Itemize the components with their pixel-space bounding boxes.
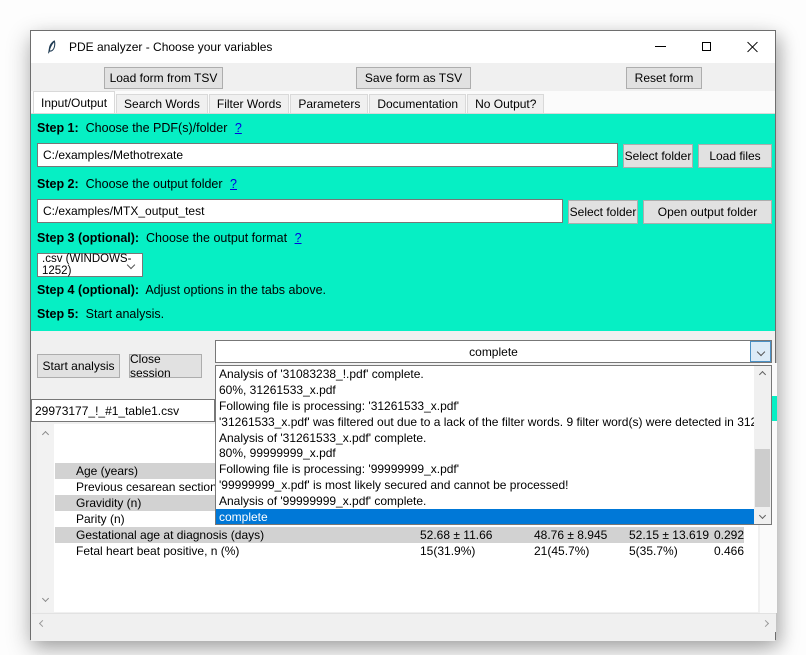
close-session-button[interactable]: Close session [129, 354, 202, 378]
step2-label: Step 2: Choose the output folder ? [37, 177, 237, 191]
result-file-item[interactable]: 29973177_!_#1_table1.csv [31, 399, 215, 422]
app-window: PDE analyzer - Choose your variables Loa… [30, 30, 776, 640]
status-combobox[interactable]: complete [215, 340, 772, 363]
row-label: Fetal heart beat positive, n (%) [76, 544, 239, 558]
feather-app-icon [44, 39, 60, 55]
tab-search-words[interactable]: Search Words [116, 94, 208, 113]
maximize-button[interactable] [683, 31, 729, 62]
step2-help-link[interactable]: ? [230, 177, 237, 191]
log-item-selected[interactable]: complete [216, 509, 754, 524]
scroll-down-button[interactable] [37, 590, 54, 606]
notebook-tabstrip: Input/Output Search Words Filter Words P… [31, 91, 775, 113]
row-label: Previous cesarean section (n) [76, 480, 235, 494]
chevron-down-icon [756, 347, 764, 355]
step1-text: Choose the PDF(s)/folder [86, 121, 228, 135]
log-item[interactable]: 80%, 99999999_x.pdf [216, 445, 754, 461]
close-icon [747, 41, 758, 52]
form-toolbar: Load form from TSV Save form as TSV Rese… [31, 63, 775, 91]
status-dropdown-list: Analysis of '31083238_!.pdf' complete. 6… [215, 365, 772, 525]
status-selected-value: complete [216, 341, 771, 362]
minimize-button[interactable] [637, 31, 683, 62]
horizontal-scrollbar[interactable] [32, 613, 776, 632]
step3-help-link[interactable]: ? [295, 231, 302, 245]
log-item[interactable]: Analysis of '99999999_x.pdf' complete. [216, 493, 754, 509]
chevron-right-icon [762, 620, 769, 627]
load-form-tsv-button[interactable]: Load form from TSV [104, 67, 223, 89]
minimize-icon [655, 46, 666, 47]
step3-text: Choose the output format [146, 231, 287, 245]
save-form-tsv-button[interactable]: Save form as TSV [356, 67, 471, 89]
tab-documentation[interactable]: Documentation [369, 94, 466, 113]
chevron-up-icon [42, 430, 49, 437]
log-item[interactable]: 60%, 31261533_x.pdf [216, 382, 754, 398]
step4-number: Step 4 (optional): [37, 283, 139, 297]
step2-number: Step 2: [37, 177, 79, 191]
step4-label: Step 4 (optional): Adjust options in the… [37, 283, 326, 297]
log-item[interactable]: '99999999_x.pdf' is most likely secured … [216, 477, 754, 493]
step3-label: Step 3 (optional): Choose the output for… [37, 231, 302, 245]
step1-number: Step 1: [37, 121, 79, 135]
step5-label: Step 5: Start analysis. [37, 307, 164, 321]
scroll-up-button[interactable] [37, 426, 54, 442]
step1-select-folder-button[interactable]: Select folder [623, 144, 693, 168]
load-files-button[interactable]: Load files [698, 144, 772, 168]
reset-form-button[interactable]: Reset form [626, 67, 702, 89]
title-bar[interactable]: PDE analyzer - Choose your variables [31, 31, 775, 63]
chevron-down-icon [42, 594, 49, 601]
tab-filter-words[interactable]: Filter Words [209, 94, 289, 113]
log-item[interactable]: Analysis of '31083238_!.pdf' complete. [216, 366, 754, 382]
scrollbar-thumb[interactable] [755, 449, 770, 508]
table-vertical-scrollbar[interactable] [37, 424, 54, 612]
scroll-right-button[interactable] [757, 614, 774, 633]
chevron-left-icon [39, 620, 46, 627]
row-label: Age (years) [76, 464, 138, 478]
step1-label: Step 1: Choose the PDF(s)/folder ? [37, 121, 242, 135]
step2-text: Choose the output folder [86, 177, 223, 191]
close-button[interactable] [729, 31, 775, 62]
row-label: Parity (n) [76, 512, 125, 526]
log-item[interactable]: Following file is processing: '99999999_… [216, 461, 754, 477]
pdf-folder-input[interactable]: C:/examples/Methotrexate [37, 143, 618, 167]
chevron-down-icon [759, 512, 766, 519]
step5-number: Step 5: [37, 307, 79, 321]
step3-number: Step 3 (optional): [37, 231, 139, 245]
dropdown-scrollbar[interactable] [754, 366, 771, 524]
input-output-pane: Step 1: Choose the PDF(s)/folder ? C:/ex… [31, 113, 775, 331]
row-label: Gravidity (n) [76, 496, 141, 510]
table-row[interactable]: Gestational age at diagnosis (days) 52.6… [55, 527, 744, 543]
tab-no-output[interactable]: No Output? [467, 94, 544, 113]
step4-text: Adjust options in the tabs above. [145, 283, 326, 297]
tab-parameters[interactable]: Parameters [290, 94, 368, 113]
tab-input-output[interactable]: Input/Output [33, 91, 115, 113]
step1-help-link[interactable]: ? [235, 121, 242, 135]
status-dropdown-button[interactable] [750, 341, 771, 362]
step5-text: Start analysis. [86, 307, 165, 321]
table-row[interactable]: Fetal heart beat positive, n (%) 15(31.9… [55, 543, 744, 559]
log-item[interactable]: '31261533_x.pdf' was filtered out due to… [216, 414, 754, 430]
output-format-combobox[interactable]: .csv (WINDOWS-1252) [37, 253, 143, 277]
maximize-icon [702, 42, 711, 51]
scroll-left-button[interactable] [34, 614, 51, 633]
log-item[interactable]: Following file is processing: '31261533_… [216, 398, 754, 414]
log-item[interactable]: Analysis of '31261533_x.pdf' complete. [216, 430, 754, 446]
start-analysis-button[interactable]: Start analysis [37, 354, 120, 378]
open-output-folder-button[interactable]: Open output folder [643, 200, 772, 224]
step2-select-folder-button[interactable]: Select folder [568, 200, 638, 224]
row-label: Gestational age at diagnosis (days) [76, 528, 264, 542]
window-title: PDE analyzer - Choose your variables [69, 40, 272, 54]
scroll-down-button[interactable] [754, 507, 771, 524]
scroll-up-button[interactable] [754, 366, 771, 383]
output-folder-input[interactable]: C:/examples/MTX_output_test [37, 199, 563, 223]
chevron-up-icon [759, 371, 766, 378]
